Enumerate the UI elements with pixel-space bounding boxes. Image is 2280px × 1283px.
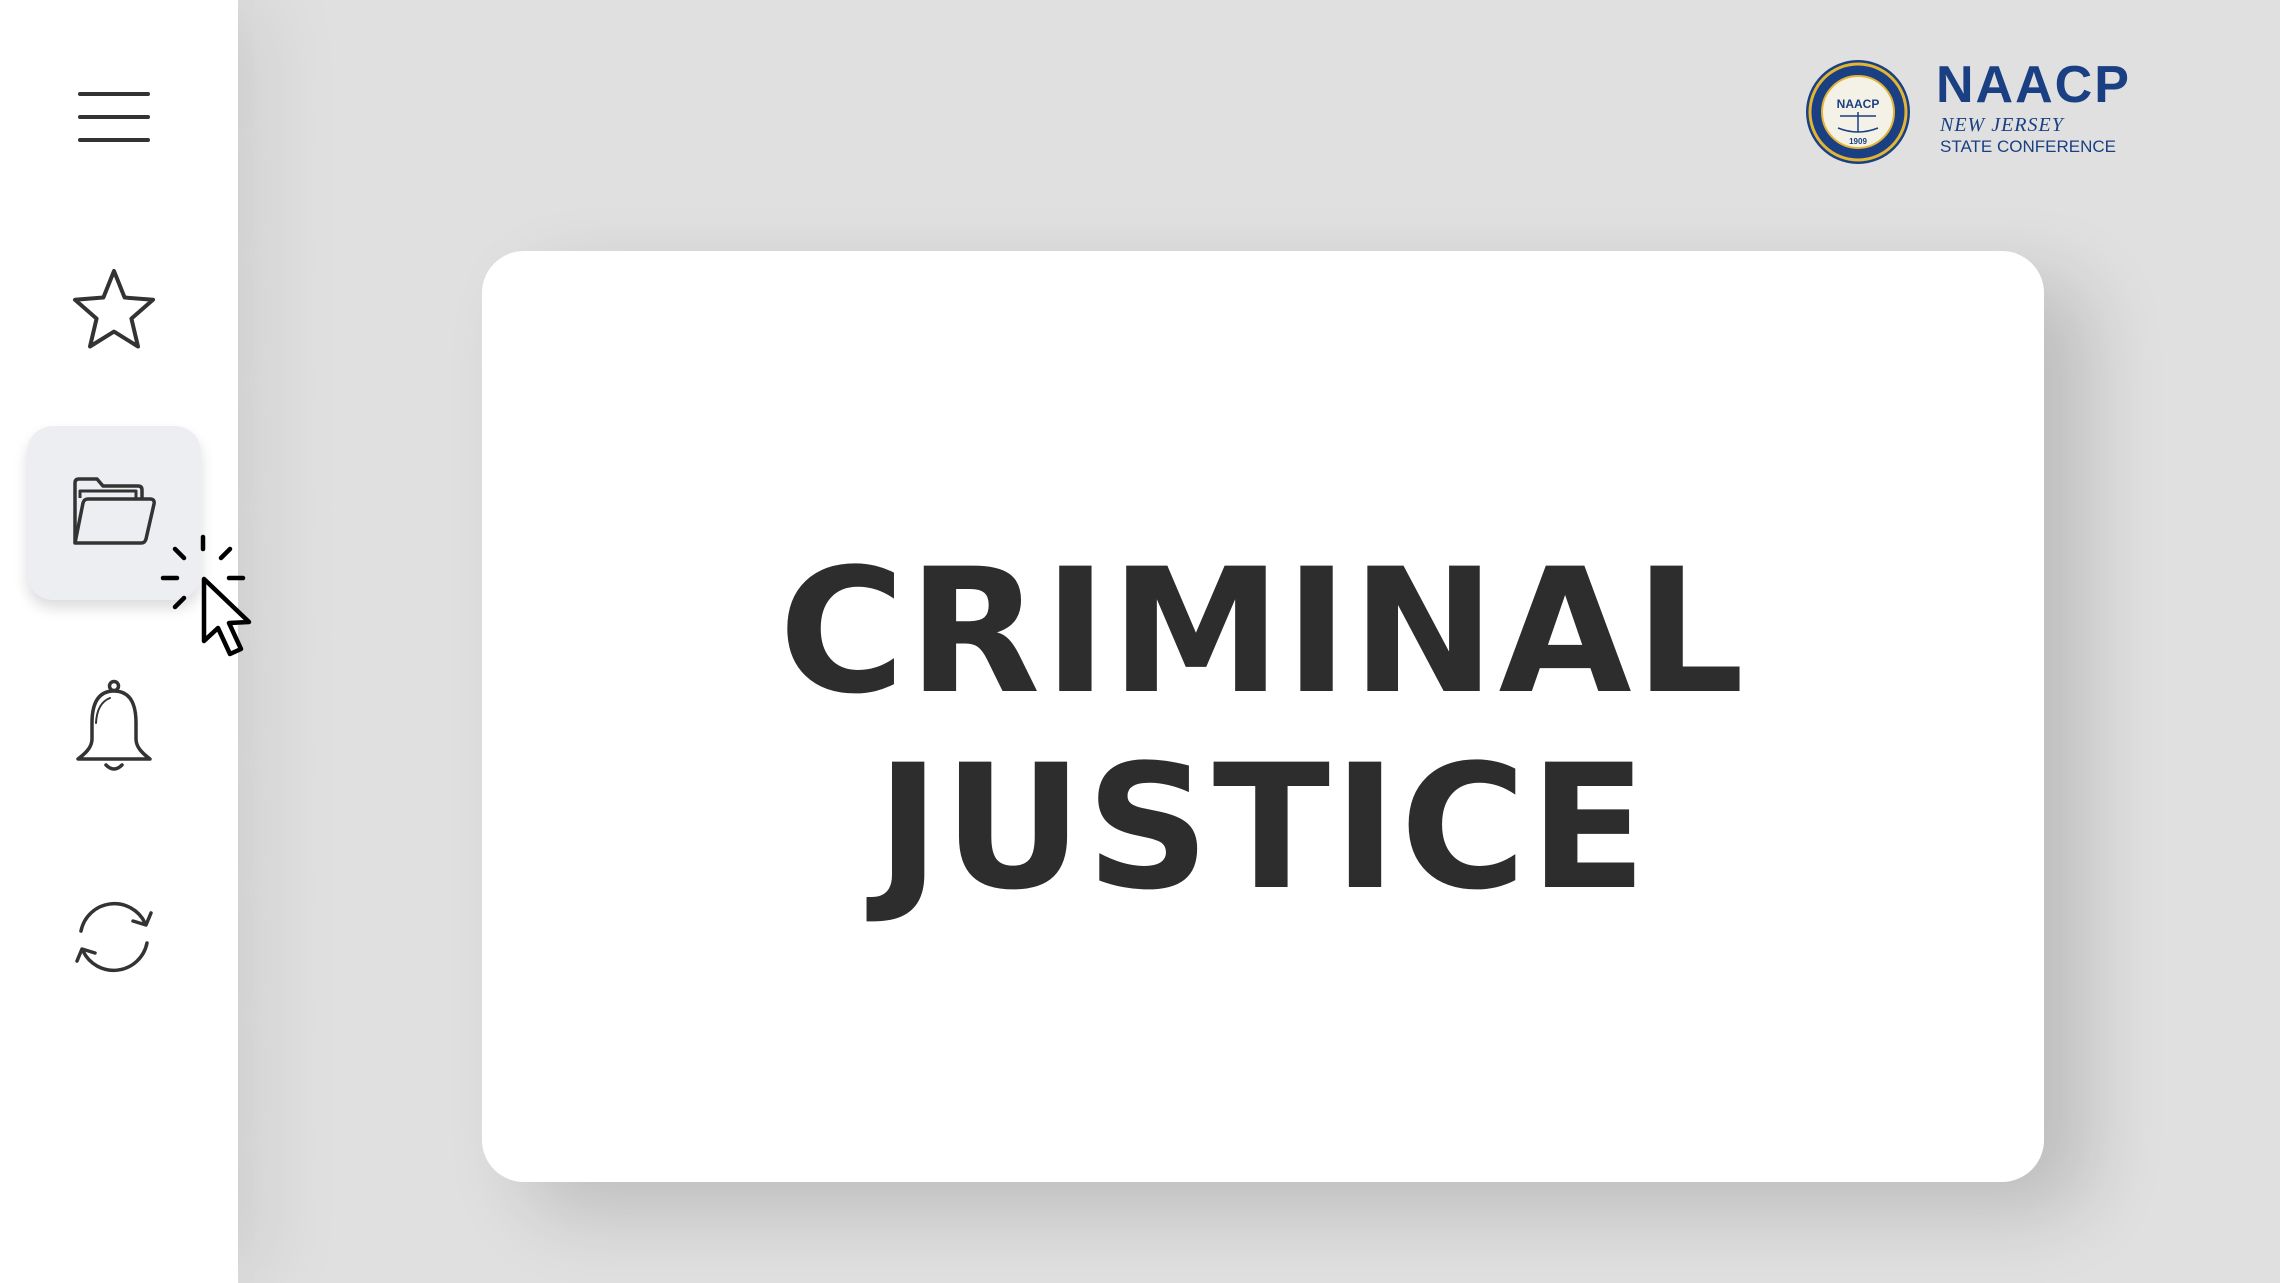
naacp-logo: NAACP 1909 NAACP NEW JERSEY STATE CONFER… [1804, 56, 2174, 172]
notifications-button[interactable] [27, 640, 201, 814]
favorites-button[interactable] [27, 222, 201, 396]
bell-icon [76, 679, 152, 771]
sidebar [0, 0, 238, 1283]
card-title-line2: JUSTICE [876, 726, 1650, 928]
logo-conference: STATE CONFERENCE [1940, 137, 2116, 156]
menu-button[interactable] [27, 30, 201, 204]
refresh-icon [75, 901, 153, 973]
naacp-seal-icon: NAACP 1909 [1806, 60, 1910, 164]
logo-state: NEW JERSEY [1940, 114, 2064, 136]
logo-wordmark: NAACP NEW JERSEY STATE CONFERENCE [1936, 56, 2176, 158]
seal-year: 1909 [1849, 137, 1867, 146]
card-title-line1: CRIMINAL [778, 530, 1748, 732]
refresh-button[interactable] [27, 850, 201, 1024]
seal-text: NAACP [1837, 97, 1880, 111]
logo-name: NAACP [1936, 56, 2131, 114]
folder-button[interactable] [27, 426, 201, 600]
star-icon [73, 269, 155, 349]
card-title: CRIMINAL JUSTICE [778, 530, 1748, 928]
topic-card: CRIMINAL JUSTICE [482, 251, 2044, 1182]
folder-icon [73, 477, 156, 545]
menu-icon [78, 92, 150, 142]
